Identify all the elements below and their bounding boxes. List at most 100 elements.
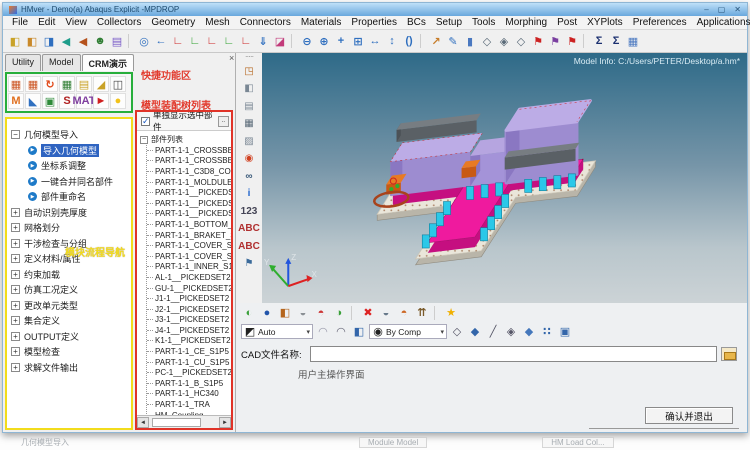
- display-mode-icon[interactable]: ◠: [315, 324, 331, 340]
- part-list-item[interactable]: PART-1-1_MOLDULE_BO: [147, 177, 231, 188]
- tree-expander-icon[interactable]: +: [11, 332, 20, 341]
- tree-expander-icon[interactable]: +: [11, 316, 20, 325]
- quick-function-icon[interactable]: ▦: [8, 76, 24, 92]
- quick-function-icon[interactable]: ◢: [93, 76, 109, 92]
- display-toolbar-icon[interactable]: i: [241, 186, 257, 201]
- tree-expander-icon[interactable]: −: [11, 130, 20, 139]
- toolbar-icon[interactable]: ⊞: [350, 33, 366, 49]
- display-toolbar-icon[interactable]: ◧: [241, 81, 257, 96]
- parts-root-expander-icon[interactable]: −: [140, 136, 148, 144]
- maximize-button[interactable]: ▢: [718, 5, 726, 14]
- minimize-button[interactable]: –: [704, 5, 708, 14]
- tree-item[interactable]: − ▶ 几何模型导入: [11, 127, 131, 143]
- visibility-toolbar-icon[interactable]: ●: [259, 305, 275, 321]
- menu-item[interactable]: Materials: [296, 17, 347, 28]
- part-list-item[interactable]: AL-1__PICKEDSET2: [147, 272, 231, 283]
- part-list-item[interactable]: PART-1-1_CROSSBEAM_S: [147, 145, 231, 156]
- menu-item[interactable]: Edit: [33, 17, 60, 28]
- visibility-toolbar-icon[interactable]: ⇈: [414, 305, 430, 321]
- quick-function-icon[interactable]: ◣: [25, 93, 41, 109]
- toolbar-icon[interactable]: ▦: [625, 33, 641, 49]
- part-list-item[interactable]: PART-1-1_B_S1P5: [147, 378, 231, 389]
- menu-item[interactable]: Preferences: [628, 17, 692, 28]
- toolbar-icon[interactable]: ∟: [187, 33, 203, 49]
- tree-item[interactable]: + ▶ 模型检查: [11, 344, 131, 360]
- tree-item[interactable]: + ▶ 仿真工况定义: [11, 282, 131, 298]
- visibility-toolbar-icon[interactable]: ◧: [277, 305, 293, 321]
- tree-expander-icon[interactable]: +: [11, 239, 20, 248]
- toolbar-icon[interactable]: ☻: [92, 33, 108, 49]
- part-list-item[interactable]: PART-1-1_CROSSBEAM_S: [147, 156, 231, 167]
- quick-function-icon[interactable]: ▦: [25, 76, 41, 92]
- part-list-item[interactable]: J2-1__PICKEDSET2: [147, 304, 231, 315]
- toolbar-icon[interactable]: ◪: [272, 33, 288, 49]
- tree-item[interactable]: + ▶ 定义材料/属性: [11, 251, 131, 267]
- menu-item[interactable]: Geometry: [146, 17, 200, 28]
- part-list-item[interactable]: PART-1-1__PICKEDSET20: [147, 187, 231, 198]
- visibility-toolbar-icon[interactable]: ◓: [313, 305, 329, 321]
- horizontal-scrollbar[interactable]: ◄ ►: [137, 415, 231, 428]
- toolbar-icon[interactable]: Σ: [608, 33, 624, 49]
- panel-close-icon[interactable]: ×: [229, 53, 234, 63]
- toolbar-icon[interactable]: ◇: [479, 33, 495, 49]
- menu-item[interactable]: XYPlots: [582, 17, 628, 28]
- visibility-toolbar-icon[interactable]: ◓: [396, 305, 412, 321]
- toolbar-icon[interactable]: ⚑: [564, 33, 580, 49]
- tree-item[interactable]: + ▶ 更改单元类型: [11, 298, 131, 314]
- toolbar-icon[interactable]: ▤: [109, 33, 125, 49]
- tab[interactable]: Utility: [5, 54, 41, 71]
- toolbar-icon[interactable]: ↔: [367, 33, 383, 49]
- quick-function-icon[interactable]: M: [8, 93, 24, 109]
- tree-item[interactable]: + ▶ OUTPUT定义: [11, 329, 131, 345]
- render-style-icon[interactable]: ◆: [521, 324, 537, 340]
- toolbar-icon[interactable]: ◧: [24, 33, 40, 49]
- part-list-item[interactable]: PART-1-1_COVER_S1P0: [147, 240, 231, 251]
- quick-function-icon[interactable]: ▤: [76, 76, 92, 92]
- render-style-icon[interactable]: ◇: [449, 324, 465, 340]
- menu-item[interactable]: View: [60, 17, 92, 28]
- tree-item[interactable]: ▶ 导入几何模型: [11, 143, 131, 159]
- menu-item[interactable]: Setup: [431, 17, 467, 28]
- visibility-toolbar-icon[interactable]: ◐: [241, 305, 257, 321]
- tree-item[interactable]: + ▶ 求解文件输出: [11, 360, 131, 376]
- tree-item[interactable]: + ▶ 网格划分: [11, 220, 131, 236]
- quick-function-icon[interactable]: ▣: [42, 93, 58, 109]
- toolbar-icon[interactable]: [128, 34, 133, 48]
- menu-item[interactable]: Collectors: [92, 17, 146, 28]
- toolbar-icon[interactable]: [420, 34, 425, 48]
- toolbar-icon[interactable]: (): [401, 33, 417, 49]
- part-list-item[interactable]: PART-1-1__PICKEDSET21: [147, 198, 231, 209]
- parts-root-row[interactable]: − 部件列表: [140, 134, 231, 145]
- menu-item[interactable]: Morphing: [500, 17, 552, 28]
- bycomp-dropdown[interactable]: ◉ By Comp ▾: [369, 324, 447, 339]
- visibility-toolbar-icon[interactable]: ◒: [378, 305, 394, 321]
- menu-item[interactable]: File: [7, 17, 33, 28]
- menu-item[interactable]: Properties: [346, 17, 402, 28]
- cad-file-input[interactable]: [310, 346, 717, 362]
- toolbar-icon[interactable]: ∟: [221, 33, 237, 49]
- display-toolbar-icon[interactable]: ◉: [241, 151, 257, 166]
- tree-item[interactable]: + ▶ 干涉检查与分组: [11, 236, 131, 252]
- part-list-item[interactable]: PART-1-1_BOTTOM_S1P0: [147, 219, 231, 230]
- visibility-toolbar-icon[interactable]: ★: [443, 305, 459, 321]
- visibility-toolbar-icon[interactable]: ✖: [360, 305, 376, 321]
- part-list-item[interactable]: J1-1__PICKEDSET2: [147, 293, 231, 304]
- display-toolbar-icon[interactable]: ◳: [241, 64, 257, 79]
- menu-item[interactable]: Mesh: [200, 17, 234, 28]
- tree-item[interactable]: + ▶ 集合定义: [11, 313, 131, 329]
- auto-dropdown[interactable]: ◩ Auto ▾: [241, 324, 313, 339]
- display-toolbar-icon[interactable]: ABC: [241, 239, 257, 254]
- menu-item[interactable]: Tools: [467, 17, 500, 28]
- toolbar-icon[interactable]: ⊖: [299, 33, 315, 49]
- tree-expander-icon[interactable]: +: [11, 223, 20, 232]
- close-button[interactable]: ✕: [734, 5, 741, 14]
- toolbar-icon[interactable]: ✎: [445, 33, 461, 49]
- toolbar-icon[interactable]: ↗: [428, 33, 444, 49]
- visibility-toolbar-icon[interactable]: ◑: [331, 305, 347, 321]
- part-list-item[interactable]: PART-1-1_HC340: [147, 389, 231, 400]
- render-style-icon[interactable]: ▣: [557, 324, 573, 340]
- toolbar-icon[interactable]: ⊕: [316, 33, 332, 49]
- toolbar-icon[interactable]: ◎: [136, 33, 152, 49]
- quick-function-icon[interactable]: ▦: [59, 76, 75, 92]
- tree-expander-icon[interactable]: +: [11, 254, 20, 263]
